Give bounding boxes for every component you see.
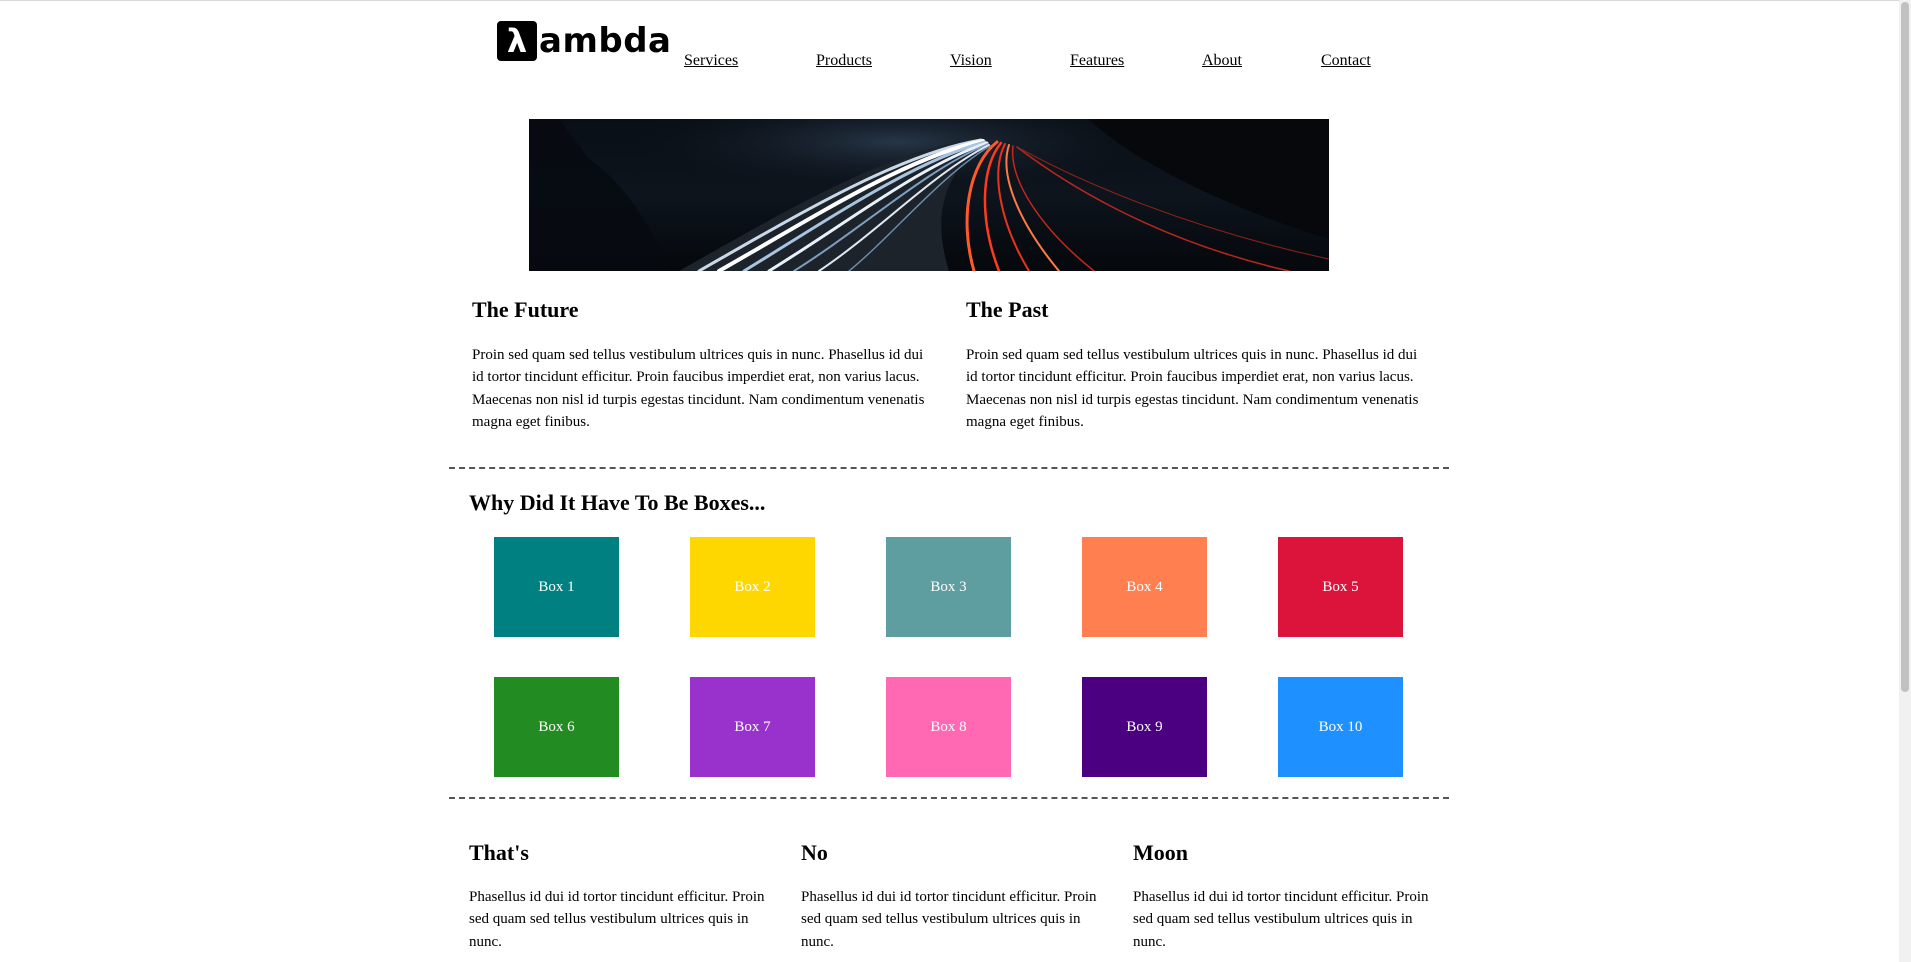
scrollbar-thumb[interactable] (1901, 2, 1909, 692)
nav-link-vision[interactable]: Vision (950, 52, 992, 70)
window-top-border (0, 0, 1911, 1)
nav-link-features[interactable]: Features (1070, 52, 1124, 70)
box-1: Box 1 (494, 537, 619, 637)
box-6: Box 6 (494, 677, 619, 777)
nav-link-contact[interactable]: Contact (1321, 52, 1371, 70)
bottom-text: Phasellus id dui id tortor tincidunt eff… (469, 889, 765, 950)
box-7: Box 7 (690, 677, 815, 777)
article-title: The Future (472, 297, 579, 322)
hero-image (529, 119, 1329, 271)
logo-wordmark: ambda (539, 21, 672, 61)
nav-link-services[interactable]: Services (684, 52, 738, 70)
box-2: Box 2 (690, 537, 815, 637)
section-divider (449, 467, 1449, 469)
nav-link-about[interactable]: About (1202, 52, 1242, 70)
box-8: Box 8 (886, 677, 1011, 777)
logo-glyph: λ (506, 22, 528, 60)
article-text: Proin sed quam sed tellus vestibulum ult… (472, 347, 925, 431)
nav-link-products[interactable]: Products (816, 52, 872, 70)
box-9: Box 9 (1082, 677, 1207, 777)
box-4: Box 4 (1082, 537, 1207, 637)
bottom-text: Phasellus id dui id tortor tincidunt eff… (1133, 889, 1429, 950)
box-10: Box 10 (1278, 677, 1403, 777)
bottom-title-no: No (801, 840, 828, 865)
bottom-title-moon: Moon (1133, 840, 1188, 865)
box-5: Box 5 (1278, 537, 1403, 637)
section-divider (449, 797, 1449, 799)
article-title: The Past (966, 297, 1049, 322)
boxes-section-title: Why Did It Have To Be Boxes... (469, 490, 766, 515)
lambda-icon: λ (497, 21, 537, 61)
bottom-text: Phasellus id dui id tortor tincidunt eff… (801, 889, 1097, 950)
lambda-logo[interactable]: λ ambda (497, 20, 672, 62)
box-3: Box 3 (886, 537, 1011, 637)
article-text: Proin sed quam sed tellus vestibulum ult… (966, 347, 1419, 431)
vertical-scrollbar[interactable] (1899, 0, 1911, 962)
bottom-title-thats: That's (469, 840, 529, 865)
